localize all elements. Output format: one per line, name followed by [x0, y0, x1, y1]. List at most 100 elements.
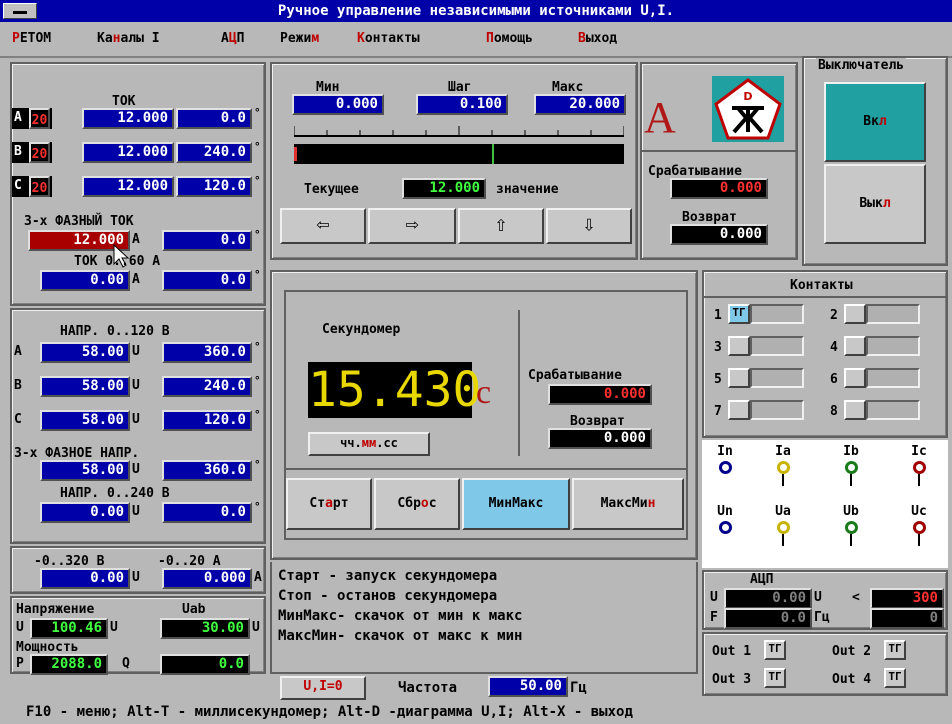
out-3-toggle[interactable]: ТГ — [764, 668, 786, 688]
measured-voltage: 100.46 — [30, 618, 108, 639]
contact-1-toggle[interactable]: ТГ — [728, 304, 750, 324]
maxmin-button[interactable]: МаксМин — [572, 478, 684, 530]
degree-symbol: ° — [254, 408, 261, 421]
contact-4-toggle[interactable] — [844, 336, 866, 356]
terminal-ring-icon — [912, 521, 926, 534]
terminal-ring-icon — [776, 461, 790, 474]
dc-voltage-field[interactable]: 0.00 — [40, 568, 130, 589]
contact-7-toggle[interactable] — [728, 400, 750, 420]
three-phase-angle-field[interactable]: 0.0 — [162, 230, 252, 251]
contact-8-toggle[interactable] — [844, 400, 866, 420]
phase-indicator-letter: A — [644, 93, 676, 142]
less-than-sign: < — [852, 590, 860, 605]
contact-1-slot — [750, 304, 804, 324]
voltage-range-field[interactable]: 0.00 — [40, 502, 130, 523]
phase-a-current-field[interactable]: 12.000 — [82, 108, 174, 129]
phase-b-current-field[interactable]: 12.000 — [82, 142, 174, 163]
menu-exit[interactable]: Выход — [578, 31, 617, 46]
unit-label: U — [132, 462, 140, 477]
phase-c-current-field[interactable]: 12.000 — [82, 176, 174, 197]
start-button[interactable]: Старт — [286, 478, 372, 530]
contacts-title: Контакты — [790, 278, 853, 293]
arrow-left-button[interactable]: ⇦ — [280, 208, 366, 244]
phase-a-angle-field[interactable]: 0.0 — [176, 108, 252, 129]
terminal-ub: Ub — [836, 504, 866, 546]
label: U,I=0 — [303, 679, 343, 694]
contact-4-slot — [866, 336, 920, 356]
label: с — [428, 496, 437, 511]
contact-7-label: 7 — [714, 404, 722, 419]
contact-8-slot — [866, 400, 920, 420]
voltage-range-label: НАПР. 0..240 В — [60, 486, 170, 501]
min-field[interactable]: 0.000 — [292, 94, 384, 115]
three-phase-voltage-angle-field[interactable]: 360.0 — [162, 460, 252, 481]
out-2-toggle[interactable]: ТГ — [884, 640, 906, 660]
contact-3-toggle[interactable] — [728, 336, 750, 356]
arrow-up-button[interactable]: ⇧ — [458, 208, 544, 244]
zero-ui-button[interactable]: U,I=0 — [280, 676, 366, 700]
uab-label: Uab — [182, 602, 206, 617]
contact-5-toggle[interactable] — [728, 368, 750, 388]
minmax-button[interactable]: МинМакс — [462, 478, 570, 530]
contact-1-label: 1 — [714, 308, 722, 323]
switch-off-button[interactable]: Выкл — [824, 164, 926, 244]
switch-on-button[interactable]: Вкл — [824, 82, 926, 162]
divider — [518, 310, 520, 456]
phase-b-voltage-angle-field[interactable]: 240.0 — [162, 376, 252, 397]
menu-retom[interactable]: РЕТОМ — [12, 31, 51, 46]
frequency-field[interactable]: 50.00 — [488, 676, 568, 697]
terminal-label: Ib — [843, 444, 859, 459]
current-range-angle-field[interactable]: 0.0 — [162, 270, 252, 291]
phase-c-voltage-angle-field[interactable]: 120.0 — [162, 410, 252, 431]
stopwatch-return-value: 0.000 — [548, 428, 652, 449]
contact-6-toggle[interactable] — [844, 368, 866, 388]
system-menu-button[interactable] — [3, 3, 37, 19]
voltage-measure-label: Напряжение — [16, 602, 95, 617]
phase-a-voltage-field[interactable]: 58.00 — [40, 342, 130, 363]
out-2-label: Out 2 — [832, 644, 872, 659]
max-field[interactable]: 20.000 — [534, 94, 626, 115]
out-4-toggle[interactable]: ТГ — [884, 668, 906, 688]
adc-limit-field[interactable]: 300 — [870, 588, 944, 609]
arrow-down-button[interactable]: ⇩ — [546, 208, 632, 244]
three-phase-voltage-field[interactable]: 58.00 — [40, 460, 130, 481]
unit-label: U — [132, 504, 140, 519]
out-1-toggle[interactable]: ТГ — [764, 640, 786, 660]
menu-adc[interactable]: АЦП — [221, 31, 244, 46]
label-hl: а — [325, 496, 333, 511]
dc-current-field[interactable]: 0.000 — [162, 568, 252, 589]
voltage-range-angle-field[interactable]: 0.0 — [162, 502, 252, 523]
menu-contacts[interactable]: Контакты — [357, 31, 420, 46]
contact-6-label: 6 — [830, 372, 838, 387]
phase-c-angle-field[interactable]: 120.0 — [176, 176, 252, 197]
unit-label: Гц — [814, 610, 830, 625]
current-range-field[interactable]: 0.00 — [40, 270, 130, 291]
label-hl: н — [647, 496, 656, 511]
reset-button[interactable]: Сброс — [374, 478, 460, 530]
contact-8-label: 8 — [830, 404, 838, 419]
measured-q: 0.0 — [160, 654, 250, 675]
terminal-label: Ia — [775, 444, 791, 459]
divider — [704, 296, 946, 298]
unit-label: U — [132, 412, 140, 427]
divider — [642, 150, 796, 152]
contact-3-slot — [750, 336, 804, 356]
stopwatch-display: 15.430 — [308, 362, 482, 418]
terminal-in: In — [710, 444, 740, 474]
ramp-panel: Мин Шаг Макс 0.000 0.100 20.000 Текущее … — [270, 62, 638, 260]
current-panel: ТОК A 20 12.000 0.0 ° B 20 12.000 240.0 ° … — [10, 62, 266, 306]
arrow-right-button[interactable]: ⇨ — [368, 208, 456, 244]
contact-2-toggle[interactable] — [844, 304, 866, 324]
terminal-label: Ub — [843, 504, 859, 519]
menu-mode[interactable]: Режим — [280, 31, 319, 46]
current-value-field: 12.000 — [402, 178, 486, 199]
phase-a-voltage-angle-field[interactable]: 360.0 — [162, 342, 252, 363]
label: МинМакс — [488, 496, 544, 511]
menu-channels[interactable]: Каналы I — [97, 31, 160, 46]
phase-b-angle-field[interactable]: 240.0 — [176, 142, 252, 163]
step-field[interactable]: 0.100 — [416, 94, 508, 115]
time-format-button[interactable]: чч.мм.сс — [308, 432, 430, 456]
phase-b-voltage-field[interactable]: 58.00 — [40, 376, 130, 397]
menu-help[interactable]: Помощь — [486, 31, 533, 46]
phase-c-voltage-field[interactable]: 58.00 — [40, 410, 130, 431]
